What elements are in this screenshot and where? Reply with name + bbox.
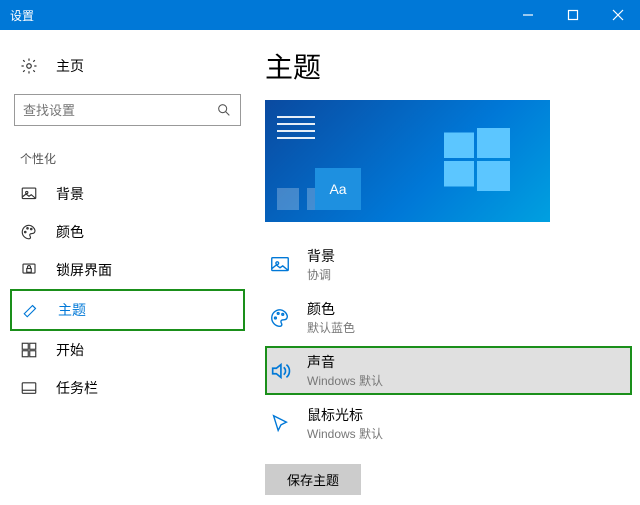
sound-icon: [267, 358, 293, 384]
window-title: 设置: [10, 7, 505, 24]
minimize-button[interactable]: [505, 0, 550, 30]
sidebar-item-colors[interactable]: 颜色: [10, 213, 245, 251]
picture-icon: [267, 252, 293, 278]
theme-option-sub: Windows 默认: [307, 372, 383, 389]
theme-option-sub: 默认蓝色: [307, 319, 355, 336]
save-theme-button[interactable]: 保存主题: [265, 464, 361, 495]
sidebar-section-label: 个性化: [10, 150, 245, 175]
close-button[interactable]: [595, 0, 640, 30]
theme-option-title: 颜色: [307, 299, 355, 319]
content-area: 主题 Aa 背景 协调 颜色 默认蓝色: [255, 30, 640, 505]
theme-option-sound[interactable]: 声音 Windows 默认: [265, 346, 632, 395]
theme-option-title: 声音: [307, 352, 383, 372]
sidebar: 主页 个性化 背景 颜色 锁屏界面: [0, 30, 255, 505]
sidebar-item-taskbar[interactable]: 任务栏: [10, 369, 245, 407]
search-icon: [216, 102, 232, 118]
picture-icon: [20, 185, 38, 203]
sidebar-item-themes[interactable]: 主题: [10, 289, 245, 331]
windows-logo-icon: [444, 128, 510, 194]
theme-option-sub: Windows 默认: [307, 425, 383, 442]
sidebar-item-label: 锁屏界面: [56, 260, 112, 280]
sidebar-item-lockscreen[interactable]: 锁屏界面: [10, 251, 245, 289]
sidebar-item-label: 开始: [56, 340, 84, 360]
page-heading: 主题: [265, 46, 632, 86]
theme-option-color[interactable]: 颜色 默认蓝色: [265, 293, 632, 342]
sidebar-item-label: 颜色: [56, 222, 84, 242]
sidebar-item-label: 背景: [56, 184, 84, 204]
lock-icon: [20, 261, 38, 279]
titlebar: 设置: [0, 0, 640, 30]
theme-option-title: 背景: [307, 246, 335, 266]
palette-icon: [20, 223, 38, 241]
theme-option-title: 鼠标光标: [307, 405, 383, 425]
palette-icon: [267, 305, 293, 331]
start-icon: [20, 341, 38, 359]
sidebar-home-label: 主页: [56, 56, 84, 76]
theme-option-sub: 协调: [307, 266, 335, 283]
sidebar-item-background[interactable]: 背景: [10, 175, 245, 213]
preview-aa: Aa: [315, 168, 361, 210]
taskbar-icon: [20, 379, 38, 397]
theme-preview: Aa: [265, 100, 550, 222]
theme-option-background[interactable]: 背景 协调: [265, 240, 632, 289]
cursor-icon: [267, 411, 293, 437]
sidebar-item-label: 任务栏: [56, 378, 98, 398]
search-input-wrapper[interactable]: [14, 94, 241, 126]
sidebar-item-label: 主题: [58, 300, 86, 320]
gear-icon: [20, 57, 38, 75]
maximize-button[interactable]: [550, 0, 595, 30]
sidebar-item-start[interactable]: 开始: [10, 331, 245, 369]
sidebar-home[interactable]: 主页: [10, 50, 245, 82]
paintbrush-icon: [22, 301, 40, 319]
search-input[interactable]: [23, 103, 216, 118]
theme-option-cursor[interactable]: 鼠标光标 Windows 默认: [265, 399, 632, 448]
